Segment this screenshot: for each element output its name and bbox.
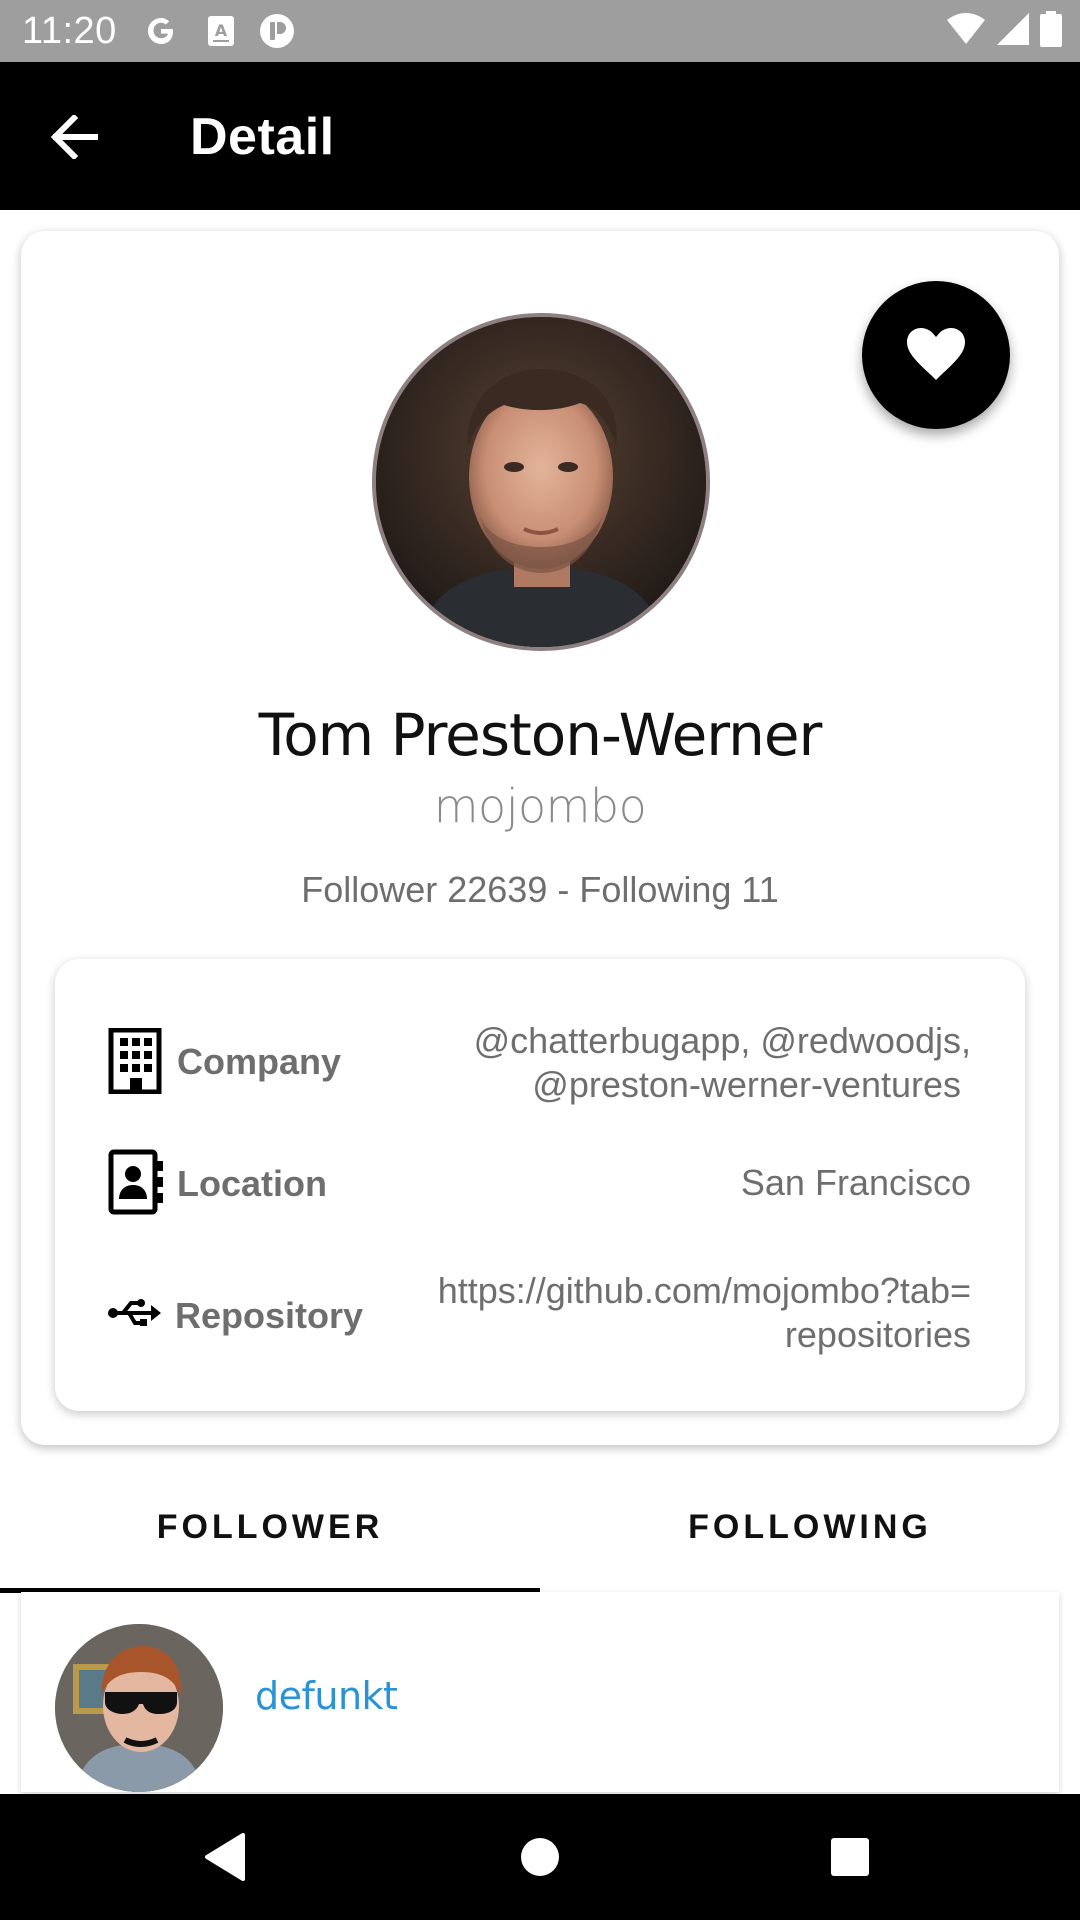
repository-value[interactable]: https://github.com/mojombo?tab= reposito… xyxy=(438,1269,971,1357)
app-bar: Detail xyxy=(0,62,1080,210)
follower-avatar xyxy=(55,1624,223,1792)
profile-username: mojombo xyxy=(433,779,647,833)
repository-label: Repository xyxy=(175,1295,364,1336)
status-bar: 11:20 A xyxy=(0,0,1080,62)
location-label: Location xyxy=(177,1163,327,1204)
status-time: 11:20 xyxy=(22,10,117,52)
contact-book-icon xyxy=(107,1149,165,1215)
tab-follower[interactable]: FOLLOWER xyxy=(0,1462,540,1592)
profile-name: Tom Preston-Werner xyxy=(258,701,823,769)
favorite-button[interactable] xyxy=(862,281,1010,429)
nav-back-icon xyxy=(205,1833,245,1881)
profile-avatar xyxy=(372,313,710,651)
tab-bar: FOLLOWER FOLLOWING xyxy=(0,1462,1080,1593)
list-item[interactable]: defunkt xyxy=(21,1592,1059,1792)
battery-icon xyxy=(1040,10,1062,52)
app-icon xyxy=(258,12,296,50)
repository-value-line2: repositories xyxy=(784,1314,971,1355)
company-row: Company @chatterbugapp, @redwoodjs, @pre… xyxy=(55,1019,1025,1119)
heart-icon xyxy=(907,328,965,380)
profile-card: Tom Preston-Werner mojombo Follower 2263… xyxy=(21,231,1059,1445)
nav-recents-button[interactable] xyxy=(815,1822,885,1892)
nav-home-button[interactable] xyxy=(505,1822,575,1892)
accessibility-icon: A xyxy=(206,12,236,50)
tab-following[interactable]: FOLLOWING xyxy=(540,1462,1080,1592)
location-row: Location San Francisco xyxy=(55,1149,1025,1229)
usb-icon xyxy=(107,1291,163,1335)
follower-login: defunkt xyxy=(255,1674,398,1718)
nav-back-button[interactable] xyxy=(190,1822,260,1892)
signal-icon xyxy=(996,12,1030,51)
repository-row: Repository https://github.com/mojombo?ta… xyxy=(55,1269,1025,1369)
page-title: Detail xyxy=(190,108,335,166)
follow-stats: Follower 22639 - Following 11 xyxy=(301,869,779,910)
svg-text:A: A xyxy=(215,21,228,40)
company-value-line2: @preston-werner-ventures xyxy=(532,1064,961,1105)
company-value-line1: @chatterbugapp, @redwoodjs, xyxy=(473,1020,971,1061)
repository-value-line1: https://github.com/mojombo?tab= xyxy=(437,1270,971,1311)
arrow-back-icon xyxy=(50,115,98,159)
nav-recents-icon xyxy=(831,1838,869,1876)
location-value: San Francisco xyxy=(740,1162,971,1203)
follower-list: defunkt xyxy=(21,1592,1059,1792)
navigation-bar xyxy=(0,1794,1080,1920)
google-icon xyxy=(142,12,180,50)
wifi-icon xyxy=(946,12,986,51)
nav-home-icon xyxy=(521,1838,559,1876)
company-value: @chatterbugapp, @redwoodjs, @preston-wer… xyxy=(474,1019,971,1107)
building-icon xyxy=(107,1028,163,1094)
info-card: Company @chatterbugapp, @redwoodjs, @pre… xyxy=(55,959,1025,1411)
company-label: Company xyxy=(177,1041,342,1082)
back-button[interactable] xyxy=(38,106,110,168)
